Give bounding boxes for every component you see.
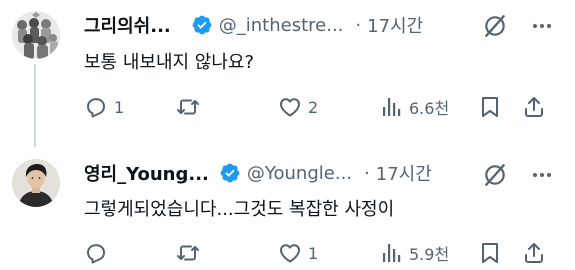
verified-badge-icon [192, 15, 212, 35]
verified-badge-icon [220, 163, 240, 183]
separator-dot: · [364, 162, 370, 184]
timestamp[interactable]: 17시간 [367, 12, 423, 38]
views-button[interactable]: 5.9천 [379, 238, 449, 268]
share-icon [525, 243, 543, 263]
reply-count: 1 [114, 97, 125, 117]
bookmark-icon [482, 97, 498, 117]
separator-dot: · [355, 14, 362, 36]
action-bar: 1 5.9천 [84, 238, 554, 268]
share-button[interactable] [522, 92, 546, 122]
avatar-image [12, 159, 60, 207]
retweet-button[interactable] [176, 238, 206, 268]
avatar-image [12, 11, 60, 59]
views-chart-icon [383, 244, 401, 262]
views-chart-icon [383, 98, 401, 116]
like-button[interactable]: 1 [278, 238, 318, 268]
tweet-text: 보통 내보내지 않나요? [84, 52, 255, 73]
heart-icon [280, 244, 300, 263]
view-count: 6.6천 [409, 99, 450, 118]
display-name[interactable]: 그리의쉬... [84, 12, 171, 38]
reply-button[interactable]: 1 [84, 92, 124, 122]
reply-icon [87, 98, 105, 118]
like-count: 2 [308, 97, 319, 117]
handle[interactable]: @_inthestre... [219, 15, 344, 36]
handle[interactable]: @Youngle... [247, 163, 352, 184]
grok-icon[interactable] [482, 162, 508, 188]
more-options-icon[interactable] [522, 162, 562, 188]
retweet-button[interactable] [176, 92, 206, 122]
grok-icon[interactable] [482, 13, 508, 39]
heart-icon [280, 98, 300, 117]
tweet-header: 영리_Young... @Youngle... · 17시간 [84, 159, 432, 187]
view-count: 5.9천 [409, 245, 450, 264]
share-button[interactable] [522, 238, 546, 268]
display-name[interactable]: 영리_Young... [84, 160, 209, 186]
tweet-1[interactable]: 그리의쉬... @_inthestre... · 17시간 보통 내보내지 않나… [0, 0, 575, 147]
tweet-2[interactable]: 영리_Young... @Youngle... · 17시간 그렇게되었습니다.… [0, 135, 575, 270]
bookmark-button[interactable] [478, 238, 502, 268]
bookmark-icon [482, 243, 498, 263]
reply-button[interactable] [84, 238, 114, 268]
share-icon [525, 97, 543, 117]
timestamp[interactable]: 17시간 [376, 160, 432, 186]
retweet-icon [177, 99, 199, 115]
views-button[interactable]: 6.6천 [379, 92, 449, 122]
tweet-header: 그리의쉬... @_inthestre... · 17시간 [84, 11, 423, 39]
more-options-icon[interactable] [522, 13, 562, 39]
avatar[interactable] [12, 159, 60, 207]
like-count: 1 [308, 243, 319, 263]
tweet-text: 그렇게되었습니다...그것도 복잡한 사정이 [84, 199, 395, 220]
action-bar: 1 2 6.6천 [84, 92, 554, 122]
like-button[interactable]: 2 [278, 92, 318, 122]
bookmark-button[interactable] [478, 92, 502, 122]
reply-icon [87, 244, 105, 264]
avatar[interactable] [12, 11, 60, 59]
retweet-icon [177, 245, 199, 261]
